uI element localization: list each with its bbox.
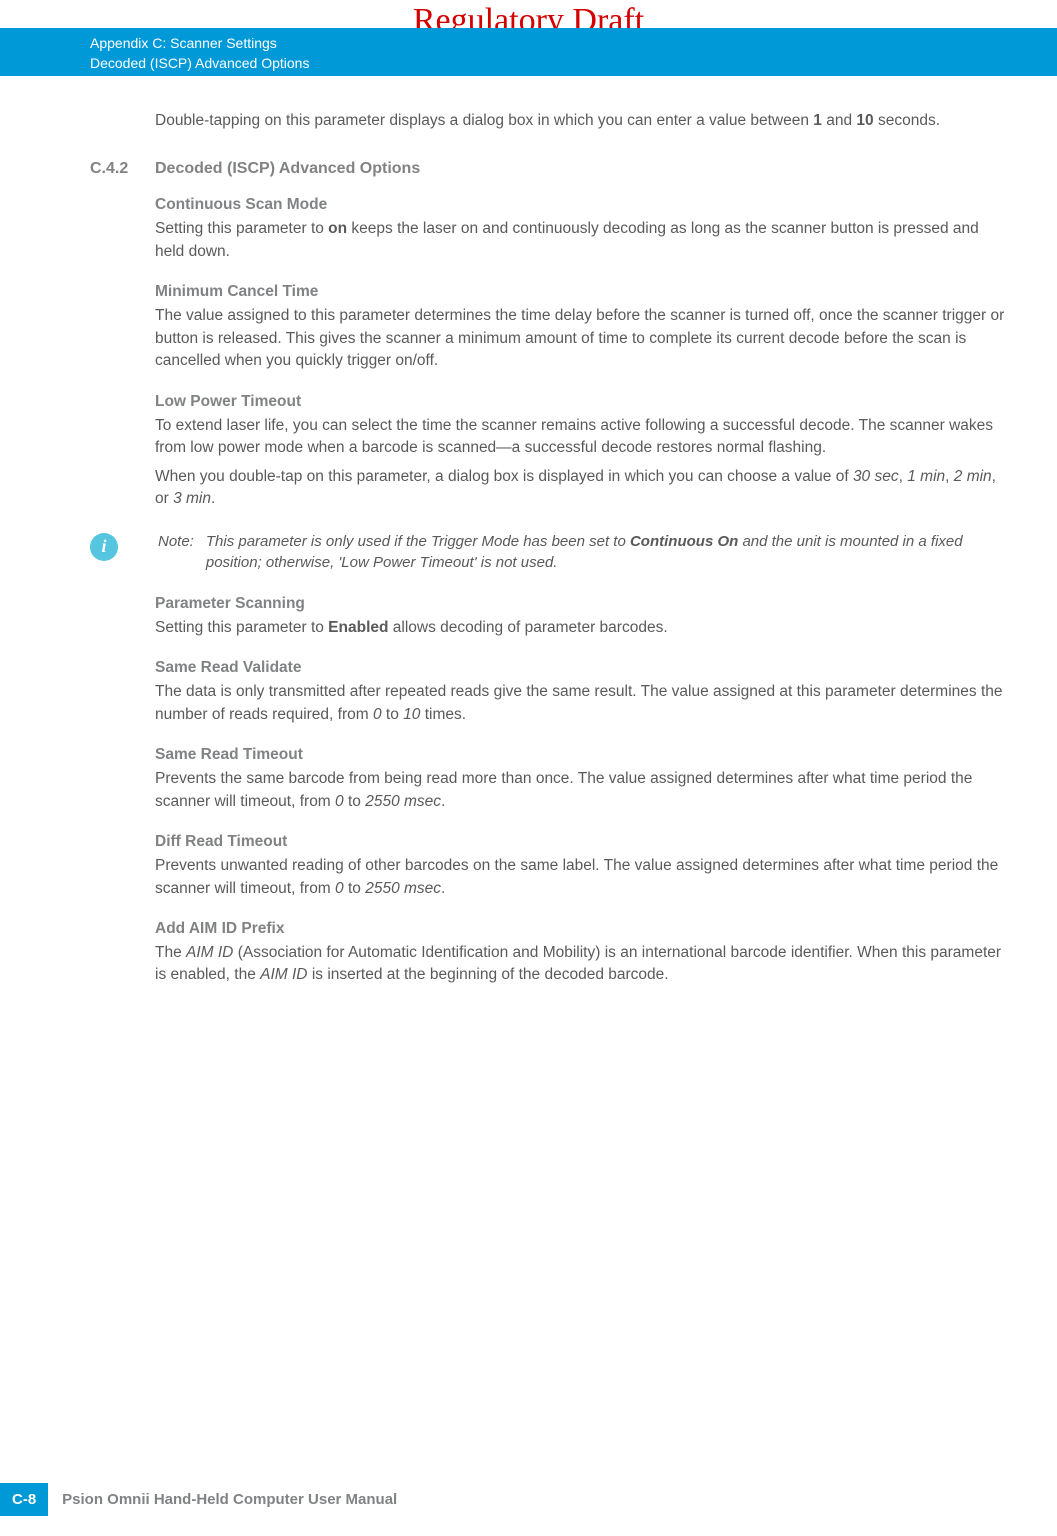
drt-text-b: to [344, 880, 366, 897]
intro-val-10: 10 [856, 112, 873, 129]
continuous-scan-mode: Continuous Scan Mode Setting this parame… [155, 196, 1007, 263]
srt-text-c: . [441, 793, 445, 810]
section-number: C.4.2 [90, 160, 155, 178]
note-row: i Note: This parameter is only used if t… [90, 531, 1007, 573]
srv-10: 10 [403, 706, 420, 723]
srv-text-a: The data is only transmitted after repea… [155, 683, 1003, 722]
lpt-2min: 2 min [954, 468, 992, 485]
section-title: Decoded (ISCP) Advanced Options [155, 160, 420, 178]
drt-text-a: Prevents unwanted reading of other barco… [155, 857, 998, 896]
srt-title: Same Read Timeout [155, 746, 1007, 764]
lpt-text-b: . [211, 490, 215, 507]
page-number: C-8 [0, 1483, 48, 1516]
lpt-c1: , [899, 468, 908, 485]
diff-read-timeout: Diff Read Timeout Prevents unwanted read… [155, 833, 1007, 900]
lpt-1min: 1 min [907, 468, 945, 485]
csm-text-a: Setting this parameter to [155, 220, 328, 237]
intro-val-1: 1 [813, 112, 822, 129]
lpt-title: Low Power Timeout [155, 393, 1007, 411]
drt-paragraph: Prevents unwanted reading of other barco… [155, 855, 1007, 900]
header-bar: Appendix C: Scanner Settings Decoded (IS… [0, 28, 1057, 76]
add-aim-id-prefix: Add AIM ID Prefix The AIM ID (Associatio… [155, 920, 1007, 987]
section-heading-row: C.4.2 Decoded (ISCP) Advanced Options [90, 160, 1007, 178]
csm-title: Continuous Scan Mode [155, 196, 1007, 214]
mct-title: Minimum Cancel Time [155, 283, 1007, 301]
intro-text-b: and [822, 112, 856, 129]
aim-id-2: AIM ID [260, 966, 307, 983]
note-continuous-on: Continuous On [630, 533, 738, 550]
aim-title: Add AIM ID Prefix [155, 920, 1007, 938]
intro-text-a: Double-tapping on this parameter display… [155, 112, 813, 129]
aim-text-c: is inserted at the beginning of the deco… [308, 966, 669, 983]
ps-title: Parameter Scanning [155, 595, 1007, 613]
parameter-scanning: Parameter Scanning Setting this paramete… [155, 595, 1007, 639]
aim-id-1: AIM ID [186, 944, 233, 961]
mct-paragraph: The value assigned to this parameter det… [155, 305, 1007, 372]
header-line1: Appendix C: Scanner Settings [90, 34, 1057, 54]
srv-paragraph: The data is only transmitted after repea… [155, 681, 1007, 726]
note-text: This parameter is only used if the Trigg… [206, 531, 1007, 573]
srv-text-c: times. [420, 706, 466, 723]
srt-paragraph: Prevents the same barcode from being rea… [155, 768, 1007, 813]
footer-title: Psion Omnii Hand-Held Computer User Manu… [48, 1483, 411, 1516]
header-line2: Decoded (ISCP) Advanced Options [90, 54, 1057, 74]
lpt-c2: , [945, 468, 954, 485]
drt-0: 0 [335, 880, 344, 897]
note-t1: This parameter is only used if the Trigg… [206, 533, 630, 550]
minimum-cancel-time: Minimum Cancel Time The value assigned t… [155, 283, 1007, 372]
lpt-paragraph-1: To extend laser life, you can select the… [155, 415, 1007, 460]
intro-text-c: seconds. [874, 112, 940, 129]
info-icon: i [90, 533, 118, 561]
intro-paragraph: Double-tapping on this parameter display… [155, 110, 1007, 132]
srt-2550: 2550 msec [365, 793, 441, 810]
ps-text-a: Setting this parameter to [155, 619, 328, 636]
ps-enabled: Enabled [328, 619, 388, 636]
lpt-30sec: 30 sec [853, 468, 899, 485]
srt-0: 0 [335, 793, 344, 810]
drt-title: Diff Read Timeout [155, 833, 1007, 851]
aim-paragraph: The AIM ID (Association for Automatic Id… [155, 942, 1007, 987]
srt-text-b: to [344, 793, 366, 810]
same-read-validate: Same Read Validate The data is only tran… [155, 659, 1007, 726]
srv-text-b: to [382, 706, 404, 723]
lpt-text-a: When you double-tap on this parameter, a… [155, 468, 853, 485]
aim-text-a: The [155, 944, 186, 961]
lpt-3min: 3 min [173, 490, 211, 507]
drt-text-c: . [441, 880, 445, 897]
note-label: Note: [158, 531, 194, 573]
footer: C-8 Psion Omnii Hand-Held Computer User … [0, 1483, 411, 1516]
srv-0: 0 [373, 706, 382, 723]
lpt-paragraph-2: When you double-tap on this parameter, a… [155, 466, 1007, 511]
same-read-timeout: Same Read Timeout Prevents the same barc… [155, 746, 1007, 813]
drt-2550: 2550 msec [365, 880, 441, 897]
low-power-timeout: Low Power Timeout To extend laser life, … [155, 393, 1007, 511]
ps-paragraph: Setting this parameter to Enabled allows… [155, 617, 1007, 639]
ps-text-b: allows decoding of parameter barcodes. [388, 619, 667, 636]
csm-on: on [328, 220, 347, 237]
srt-text-a: Prevents the same barcode from being rea… [155, 770, 972, 809]
srv-title: Same Read Validate [155, 659, 1007, 677]
csm-paragraph: Setting this parameter to on keeps the l… [155, 218, 1007, 263]
